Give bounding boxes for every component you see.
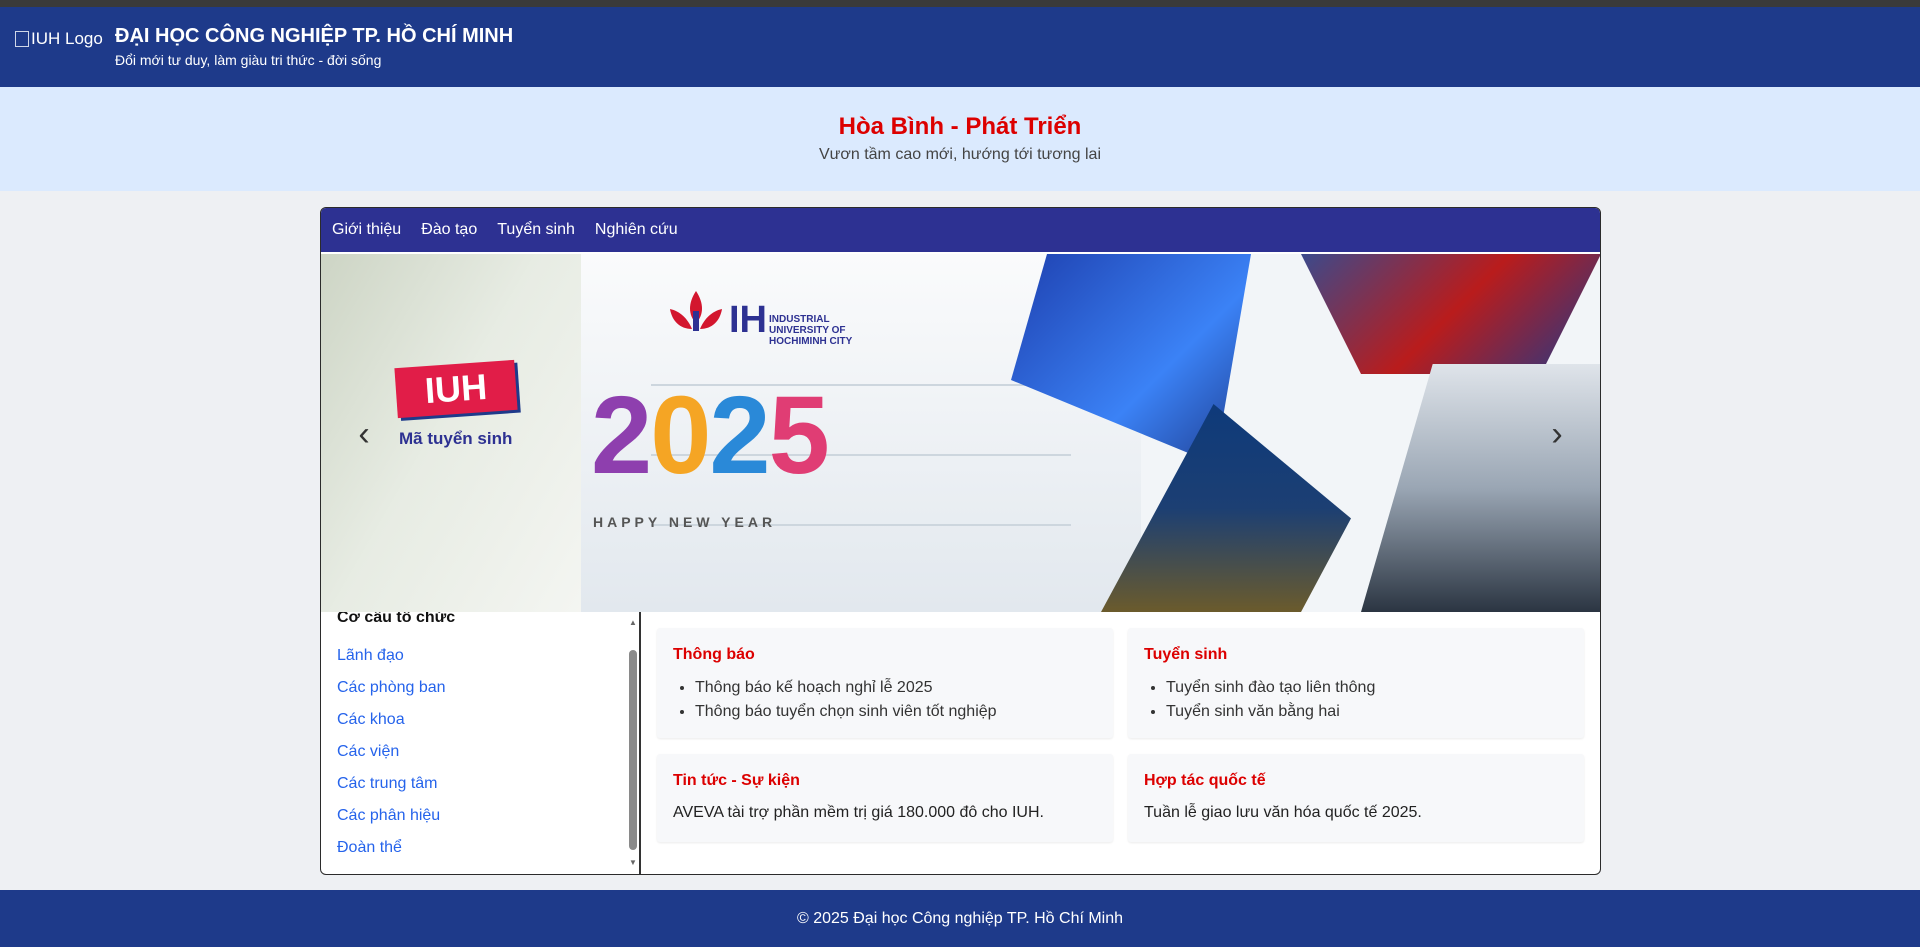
chevron-right-icon[interactable]: › <box>1542 414 1572 454</box>
banner-carousel: IUH Mã tuyển sinh IH INDUSTRIAL UNIVERSI… <box>321 254 1600 612</box>
content-area: Thông báo Thông báo kế hoạch nghỉ lễ 202… <box>643 612 1600 874</box>
main-nav: Giới thiệu Đào tạo Tuyển sinh Nghiên cứu <box>321 208 1600 252</box>
university-logo-text: INDUSTRIAL UNIVERSITY OF HOCHIMINH CITY <box>769 314 852 347</box>
site-footer: © 2025 Đại học Công nghiệp TP. Hồ Chí Mi… <box>0 890 1920 947</box>
iuh-logo-letters: IH <box>729 299 767 341</box>
card-admissions: Tuyển sinh Tuyển sinh đào tạo liên thông… <box>1128 628 1584 738</box>
logo-text-line: UNIVERSITY OF <box>769 325 846 336</box>
sidebar-item-lanh-dao[interactable]: Lãnh đạo <box>337 640 446 672</box>
sidebar-list: Lãnh đạo Các phòng ban Các khoa Các viện… <box>337 640 446 864</box>
card-text[interactable]: Tuần lễ giao lưu văn hóa quốc tế 2025. <box>1144 804 1422 822</box>
sidebar-scrollbar[interactable]: ▲ ▼ <box>628 618 638 868</box>
iuh-flower-logo-icon <box>670 291 722 331</box>
nav-item-nghien-cuu[interactable]: Nghiên cứu <box>595 221 678 239</box>
signing-ceremony-photo <box>1361 364 1600 612</box>
logo-alt-text: IUH Logo <box>31 29 103 48</box>
badge-caption: Mã tuyển sinh <box>399 429 513 448</box>
nav-item-gioi-thieu[interactable]: Giới thiệu <box>332 221 401 239</box>
graduates-photo <box>1301 254 1600 374</box>
site-header: IUH Logo ĐẠI HỌC CÔNG NGHIỆP TP. HỒ CHÍ … <box>0 7 1920 87</box>
sidebar: Cơ cấu tổ chức Lãnh đạo Các phòng ban Cá… <box>321 612 641 874</box>
card-title: Hợp tác quốc tế <box>1144 772 1266 789</box>
year-graphic: 2025 <box>591 372 830 499</box>
site-subtitle: Đổi mới tư duy, làm giàu tri thức - đời … <box>115 52 382 68</box>
sidebar-item-vien[interactable]: Các viện <box>337 736 446 768</box>
sidebar-item-phan-hieu[interactable]: Các phân hiệu <box>337 800 446 832</box>
year-digit: 0 <box>650 374 711 497</box>
card-list: Tuyển sinh đào tạo liên thông Tuyển sinh… <box>1144 676 1375 724</box>
sidebar-item-doan-the[interactable]: Đoàn thể <box>337 832 446 864</box>
list-item[interactable]: Tuyển sinh văn bằng hai <box>1166 700 1375 724</box>
card-title: Tuyển sinh <box>1144 646 1228 663</box>
card-news: Tin tức - Sự kiện AVEVA tài trợ phần mềm… <box>657 754 1113 842</box>
year-digit: 2 <box>591 374 652 497</box>
footer-text: © 2025 Đại học Công nghiệp TP. Hồ Chí Mi… <box>796 910 1124 927</box>
card-list: Thông báo kế hoạch nghỉ lễ 2025 Thông bá… <box>673 676 997 724</box>
scroll-up-arrow-icon[interactable]: ▲ <box>628 618 638 628</box>
main-container: Giới thiệu Đào tạo Tuyển sinh Nghiên cứu… <box>320 207 1601 875</box>
year-digit: 5 <box>768 374 830 497</box>
list-item[interactable]: Thông báo kế hoạch nghỉ lễ 2025 <box>695 676 997 700</box>
list-item[interactable]: Thông báo tuyển chọn sinh viên tốt nghiệ… <box>695 700 997 724</box>
hero-section: Hòa Bình - Phát Triển Vươn tầm cao mới, … <box>0 87 1920 191</box>
broken-image-icon <box>15 31 29 47</box>
banner-tagline: HAPPY NEW YEAR <box>593 514 777 530</box>
sidebar-item-phong-ban[interactable]: Các phòng ban <box>337 672 446 704</box>
card-title: Thông báo <box>673 646 755 663</box>
hero-subtitle: Vươn tầm cao mới, hướng tới tương lai <box>818 146 1102 163</box>
chevron-left-icon[interactable]: ‹ <box>349 414 379 454</box>
card-title: Tin tức - Sự kiện <box>673 772 800 789</box>
iuh-badge: IUH <box>394 359 518 419</box>
site-logo[interactable]: IUH Logo <box>15 29 103 49</box>
logo-text-line: INDUSTRIAL <box>769 314 830 325</box>
sidebar-item-trung-tam[interactable]: Các trung tâm <box>337 768 446 800</box>
sidebar-heading: Cơ cấu tổ chức <box>337 612 456 626</box>
card-international: Hợp tác quốc tế Tuần lễ giao lưu văn hóa… <box>1128 754 1584 842</box>
scroll-down-arrow-icon[interactable]: ▼ <box>628 858 638 868</box>
nav-item-dao-tao[interactable]: Đào tạo <box>421 221 477 239</box>
browser-top-strip <box>0 0 1920 7</box>
site-title: ĐẠI HỌC CÔNG NGHIỆP TP. HỒ CHÍ MINH <box>115 25 514 47</box>
card-announcements: Thông báo Thông báo kế hoạch nghỉ lễ 202… <box>657 628 1113 738</box>
list-item[interactable]: Tuyển sinh đào tạo liên thông <box>1166 676 1375 700</box>
year-digit: 2 <box>709 374 770 497</box>
nav-item-tuyen-sinh[interactable]: Tuyển sinh <box>497 221 575 239</box>
card-text[interactable]: AVEVA tài trợ phần mềm trị giá 180.000 đ… <box>673 804 1044 822</box>
sidebar-item-khoa[interactable]: Các khoa <box>337 704 446 736</box>
logo-text-line: HOCHIMINH CITY <box>769 336 853 347</box>
scrollbar-thumb[interactable] <box>629 650 637 850</box>
hero-title: Hòa Bình - Phát Triển <box>838 113 1082 140</box>
